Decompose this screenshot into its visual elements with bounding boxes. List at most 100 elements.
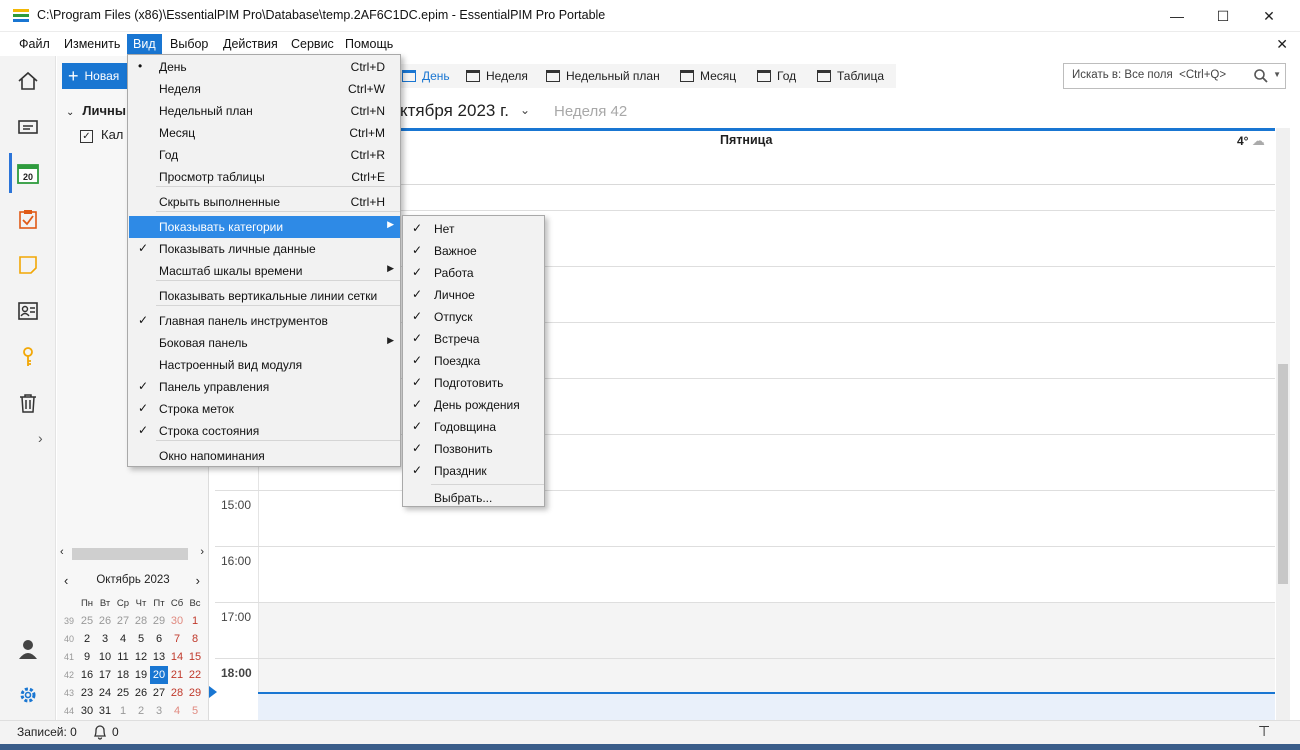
menu-actions[interactable]: Действия bbox=[217, 34, 284, 54]
scroll-thumb[interactable] bbox=[1278, 364, 1288, 584]
calendar-day-cell[interactable]: 26 bbox=[132, 684, 150, 702]
calendar-day-cell[interactable]: 19 bbox=[132, 666, 150, 684]
expand-rail-icon[interactable]: › bbox=[38, 430, 43, 446]
view-menu-item[interactable]: Недельный план Ctrl+N bbox=[129, 100, 400, 122]
category-menu-item[interactable]: ✓ Нет bbox=[404, 218, 544, 240]
notes-icon[interactable] bbox=[10, 247, 46, 283]
close-window-button[interactable]: ✕ bbox=[1246, 0, 1292, 32]
inbox-icon[interactable] bbox=[10, 109, 46, 145]
calendar-day-cell[interactable]: 31 bbox=[96, 702, 114, 720]
calendar-day-cell[interactable]: 4 bbox=[168, 702, 186, 720]
all-day-row[interactable] bbox=[400, 155, 1275, 185]
calendar-day-cell[interactable]: 26 bbox=[96, 612, 114, 630]
calendar-day-cell[interactable]: 10 bbox=[96, 648, 114, 666]
scroll-thumb[interactable] bbox=[72, 548, 188, 560]
calendar-day-cell[interactable]: 23 bbox=[78, 684, 96, 702]
date-picker-chevron-icon[interactable]: ⌄ bbox=[520, 103, 530, 117]
calendar-day-cell[interactable]: 11 bbox=[114, 648, 132, 666]
view-menu-item[interactable]: Месяц Ctrl+M bbox=[129, 122, 400, 144]
calendar-day-cell[interactable]: 1 bbox=[186, 612, 204, 630]
view-menu-item[interactable]: Окно напоминания bbox=[129, 445, 400, 467]
category-menu-item[interactable]: Выбрать... bbox=[404, 487, 544, 509]
week-number[interactable]: 41 bbox=[60, 648, 78, 666]
calendar-day-cell[interactable]: 14 bbox=[168, 648, 186, 666]
current-date-title[interactable]: ктября 2023 г. bbox=[400, 101, 509, 121]
calendar-day-cell[interactable]: 15 bbox=[186, 648, 204, 666]
calendar-day-cell[interactable]: 2 bbox=[132, 702, 150, 720]
calendar-day-cell[interactable]: 20 bbox=[150, 666, 168, 684]
calendar-day-cell[interactable]: 17 bbox=[96, 666, 114, 684]
calendar-day-cell[interactable]: 29 bbox=[150, 612, 168, 630]
week-number[interactable]: 39 bbox=[60, 612, 78, 630]
new-item-button[interactable]: + Новая bbox=[62, 63, 132, 89]
calendar-day-cell[interactable]: 18 bbox=[114, 666, 132, 684]
calendar-day-cell[interactable]: 7 bbox=[168, 630, 186, 648]
category-menu-item[interactable]: ✓ Личное bbox=[404, 284, 544, 306]
calendar-day-cell[interactable]: 8 bbox=[186, 630, 204, 648]
view-menu-item[interactable]: Масштаб шкалы времени ▶ bbox=[129, 260, 400, 282]
calendar-day-cell[interactable]: 25 bbox=[114, 684, 132, 702]
view-year-button[interactable]: Год bbox=[757, 64, 796, 88]
view-menu-item[interactable]: ✓ Главная панель инструментов bbox=[129, 310, 400, 332]
view-menu-item[interactable]: ✓ Панель управления bbox=[129, 376, 400, 398]
menu-view[interactable]: Вид bbox=[127, 34, 162, 54]
view-menu-item[interactable]: Год Ctrl+R bbox=[129, 144, 400, 166]
settings-gear-icon[interactable] bbox=[10, 677, 46, 713]
calendar-day-cell[interactable]: 5 bbox=[186, 702, 204, 720]
week-number[interactable]: 44 bbox=[60, 702, 78, 720]
week-number[interactable]: 42 bbox=[60, 666, 78, 684]
view-menu-item[interactable]: Просмотр таблицы Ctrl+E bbox=[129, 166, 400, 188]
calendar-day-cell[interactable]: 27 bbox=[114, 612, 132, 630]
category-menu-item[interactable]: ✓ Важное bbox=[404, 240, 544, 262]
mini-calendar-title[interactable]: Октябрь 2023 bbox=[60, 574, 206, 586]
category-menu-item[interactable]: ✓ Праздник bbox=[404, 460, 544, 482]
calendar-day-cell[interactable]: 28 bbox=[132, 612, 150, 630]
view-menu-item[interactable]: Показывать категории ▶ bbox=[129, 216, 400, 238]
calendar-day-cell[interactable]: 4 bbox=[114, 630, 132, 648]
calendar-day-cell[interactable]: 21 bbox=[168, 666, 186, 684]
calendar-day-cell[interactable]: 13 bbox=[150, 648, 168, 666]
calendar-checkbox-item[interactable]: ✓ Кал bbox=[80, 127, 123, 143]
search-options-chevron-icon[interactable]: ▼ bbox=[1273, 70, 1281, 79]
view-menu-item[interactable]: Боковая панель ▶ bbox=[129, 332, 400, 354]
pin-icon[interactable]: ⊤ bbox=[1258, 723, 1270, 740]
view-weekplan-button[interactable]: Недельный план bbox=[546, 64, 660, 88]
view-table-button[interactable]: Таблица bbox=[817, 64, 884, 88]
tasks-icon[interactable] bbox=[10, 201, 46, 237]
calendar-day-cell[interactable]: 3 bbox=[150, 702, 168, 720]
view-menu-item[interactable]: • День Ctrl+D bbox=[129, 56, 400, 78]
category-menu-item[interactable]: ✓ Встреча bbox=[404, 328, 544, 350]
user-icon[interactable] bbox=[10, 631, 46, 667]
calendar-day-cell[interactable]: 12 bbox=[132, 648, 150, 666]
view-month-button[interactable]: Месяц bbox=[680, 64, 736, 88]
day-vertical-scrollbar[interactable] bbox=[1276, 128, 1290, 720]
view-day-button[interactable]: День bbox=[402, 64, 450, 88]
calendar-day-cell[interactable]: 30 bbox=[78, 702, 96, 720]
view-menu-item[interactable]: ✓ Строка меток bbox=[129, 398, 400, 420]
calendar-day-cell[interactable]: 3 bbox=[96, 630, 114, 648]
menu-file[interactable]: Файл bbox=[13, 34, 56, 54]
search-box[interactable]: ▼ bbox=[1063, 63, 1286, 89]
close-document-icon[interactable]: ✕ bbox=[1276, 36, 1288, 53]
week-number[interactable]: 43 bbox=[60, 684, 78, 702]
calendar-group[interactable]: ⌄ Личны bbox=[66, 103, 126, 118]
calendar-day-cell[interactable]: 1 bbox=[114, 702, 132, 720]
contacts-icon[interactable] bbox=[10, 293, 46, 329]
view-menu-item[interactable]: Скрыть выполненные Ctrl+H bbox=[129, 191, 400, 213]
next-month-icon[interactable]: › bbox=[196, 573, 200, 588]
calendar-day-cell[interactable]: 2 bbox=[78, 630, 96, 648]
menu-help[interactable]: Помощь bbox=[339, 34, 399, 54]
category-menu-item[interactable]: ✓ День рождения bbox=[404, 394, 544, 416]
view-menu-item[interactable]: ✓ Строка состояния bbox=[129, 420, 400, 442]
category-menu-item[interactable]: ✓ Отпуск bbox=[404, 306, 544, 328]
calendar-day-cell[interactable]: 29 bbox=[186, 684, 204, 702]
calendar-day-cell[interactable]: 27 bbox=[150, 684, 168, 702]
category-menu-item[interactable]: ✓ Годовщина bbox=[404, 416, 544, 438]
calendar-icon[interactable]: 20 bbox=[10, 155, 46, 191]
passwords-icon[interactable] bbox=[10, 339, 46, 375]
checkbox-checked-icon[interactable]: ✓ bbox=[80, 130, 93, 143]
bell-icon[interactable] bbox=[93, 724, 107, 740]
collapse-chevron-icon[interactable]: ⌄ bbox=[66, 107, 74, 118]
calendar-day-cell[interactable]: 25 bbox=[78, 612, 96, 630]
menu-service[interactable]: Сервис bbox=[285, 34, 340, 54]
